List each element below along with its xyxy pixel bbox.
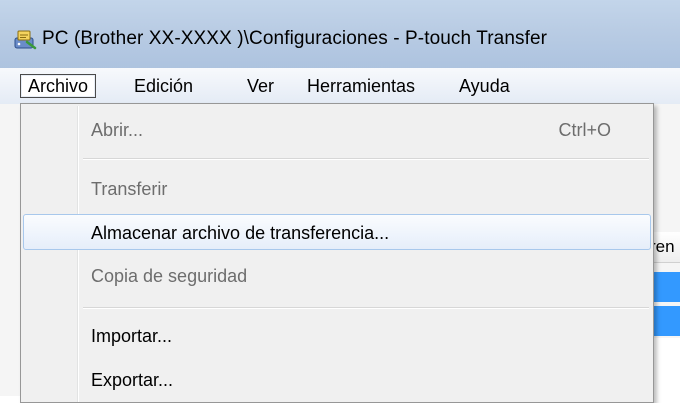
menu-separator (83, 158, 649, 159)
menu-bar: Archivo Edición Ver Herramientas Ayuda (0, 68, 680, 105)
menu-icon-gutter (77, 106, 78, 402)
list-row[interactable] (650, 338, 680, 396)
menu-item-almacenar-archivo-de-transferencia[interactable]: Almacenar archivo de transferencia... (23, 214, 651, 250)
list-column-header[interactable]: ren (650, 232, 680, 263)
list-row-selected[interactable] (650, 306, 680, 336)
menu-herramientas[interactable]: Herramientas (300, 74, 422, 98)
menu-item-label: Exportar... (91, 370, 174, 390)
menu-item-copia-de-seguridad[interactable]: Copia de seguridad (23, 258, 651, 294)
menu-edicion[interactable]: Edición (127, 74, 200, 98)
p-touch-transfer-icon (14, 30, 37, 50)
menu-ayuda[interactable]: Ayuda (452, 74, 517, 98)
menu-item-importar[interactable]: Importar... (23, 318, 651, 354)
archivo-dropdown-menu: Abrir... Ctrl+O Transferir Almacenar arc… (20, 103, 654, 403)
menu-item-label: Transferir (91, 179, 168, 199)
menu-item-label: Importar... (91, 326, 173, 346)
menu-item-label: Abrir... (91, 120, 144, 140)
menu-item-label: Almacenar archivo de transferencia... (91, 223, 390, 243)
menu-item-shortcut: Ctrl+O (558, 120, 611, 140)
window-title: PC (Brother XX-XXXX )\Configuraciones - … (42, 28, 548, 49)
menu-item-label: Copia de seguridad (91, 266, 248, 286)
menu-ver[interactable]: Ver (240, 74, 281, 98)
menu-separator (83, 307, 649, 308)
list-row-selected[interactable] (650, 272, 680, 302)
menu-item-abrir[interactable]: Abrir... Ctrl+O (23, 112, 651, 148)
menu-item-exportar[interactable]: Exportar... (23, 362, 651, 398)
menu-archivo[interactable]: Archivo (20, 74, 97, 98)
menu-item-transferir[interactable]: Transferir (23, 171, 651, 207)
title-bar: PC (Brother XX-XXXX )\Configuraciones - … (0, 0, 680, 68)
